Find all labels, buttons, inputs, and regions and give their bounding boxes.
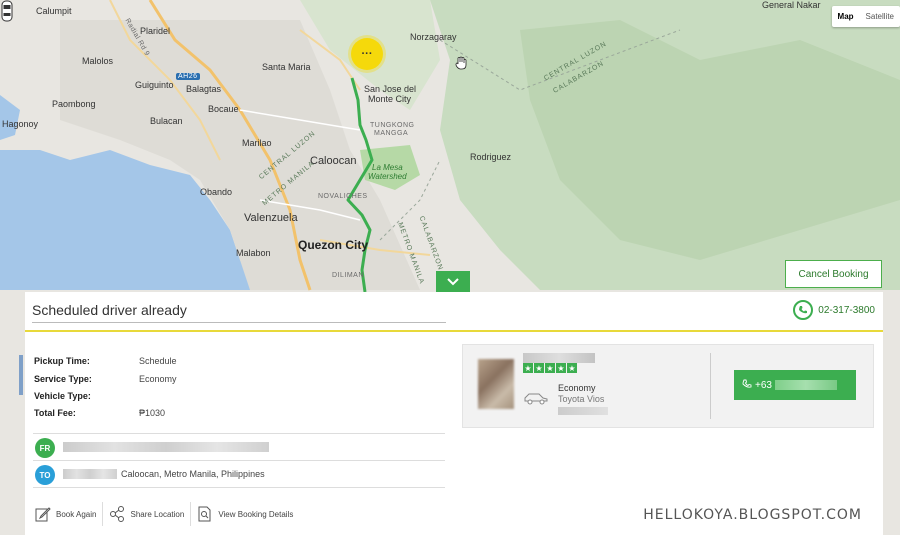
- driver-card: ★ ★ ★ ★ ★ Economy Toyota Vios +63: [462, 344, 874, 428]
- map-label: Guiguinto: [135, 80, 174, 90]
- map-type-satellite-button[interactable]: Satellite: [860, 6, 900, 27]
- detail-label: Total Fee:: [34, 408, 76, 418]
- vehicle-icon: [524, 393, 548, 405]
- detail-value: ₱1030: [139, 408, 166, 418]
- map-label: AH26: [176, 73, 200, 80]
- hotline[interactable]: 02-317-3800: [793, 300, 875, 320]
- share-location-button[interactable]: Share Location: [102, 502, 190, 526]
- vehicle-model: Toyota Vios: [558, 394, 605, 404]
- detail-label: Vehicle Type:: [34, 391, 91, 401]
- from-badge: FR: [35, 438, 55, 458]
- driver-avatar: [478, 359, 514, 409]
- map-label: Marilao: [242, 138, 272, 148]
- dropoff-address: TO Caloocan, Metro Manila, Philippines: [33, 460, 445, 488]
- map-label: Balagtas: [186, 84, 222, 94]
- map-label: Norzagaray: [410, 32, 457, 42]
- map-label: Rodriguez: [470, 152, 512, 162]
- side-tab: [19, 355, 23, 395]
- cancel-booking-button[interactable]: Cancel Booking: [785, 260, 882, 288]
- detail-value: Economy: [139, 374, 177, 384]
- map-label: DILIMAN: [332, 272, 364, 279]
- detail-row: Service Type: Economy: [34, 374, 334, 388]
- map-label: General Nakar: [762, 0, 821, 10]
- collapse-panel-button[interactable]: [436, 271, 470, 293]
- dropoff-address-redacted: [63, 469, 117, 479]
- map-label: Malolos: [82, 56, 114, 66]
- document-search-icon: [197, 506, 213, 522]
- view-booking-details-label: View Booking Details: [218, 509, 294, 519]
- driver-name-redacted: [523, 353, 595, 363]
- detail-label: Pickup Time:: [34, 356, 90, 366]
- map-label: Paombong: [52, 99, 96, 109]
- pickup-address-redacted: [63, 442, 269, 452]
- pickup-address: FR: [33, 433, 445, 460]
- map-label: TUNGKONG: [370, 122, 415, 129]
- map-label: Caloocan: [310, 155, 357, 167]
- map-label: Quezon City: [298, 238, 369, 252]
- hotline-number[interactable]: 02-317-3800: [818, 305, 875, 316]
- car-icon: [1, 0, 13, 22]
- map-type-toggle[interactable]: Map Satellite: [831, 6, 900, 27]
- map-label: Valenzuela: [244, 212, 298, 224]
- call-driver-button[interactable]: +63: [734, 370, 856, 400]
- chevron-down-icon: [447, 278, 459, 286]
- detail-row: Vehicle Type:: [34, 391, 334, 405]
- share-location-label: Share Location: [130, 509, 185, 519]
- map-label: NOVALICHES: [318, 193, 368, 200]
- booking-status-title: Scheduled driver already: [32, 302, 187, 318]
- to-badge: TO: [35, 465, 55, 485]
- map-label: La Mesa: [372, 163, 403, 172]
- plate-number-redacted: [558, 407, 608, 415]
- map-type-map-button[interactable]: Map: [832, 6, 860, 27]
- view-booking-details-button[interactable]: View Booking Details: [190, 502, 299, 526]
- map-label: Watershed: [368, 172, 407, 181]
- map-label: Santa Maria: [262, 62, 311, 72]
- vehicle-class: Economy: [558, 383, 596, 393]
- map-label: Obando: [200, 187, 233, 197]
- phone-icon: [793, 300, 814, 320]
- booking-actions: Book Again Share Location View Booking D…: [33, 498, 299, 530]
- dropoff-address-text: Caloocan, Metro Manila, Philippines: [121, 469, 265, 479]
- star-icon: ★: [545, 363, 555, 373]
- title-underline: [32, 322, 446, 323]
- star-icon: ★: [534, 363, 544, 373]
- book-again-label: Book Again: [56, 509, 97, 519]
- map-label: Monte City: [368, 94, 412, 104]
- map-label: Bocaue: [208, 104, 239, 114]
- map-label: Calumpit: [36, 6, 72, 16]
- driver-rating: ★ ★ ★ ★ ★: [523, 363, 577, 373]
- detail-row: Pickup Time: Schedule: [34, 356, 334, 370]
- map-label: Plaridel: [140, 26, 171, 36]
- star-icon: ★: [567, 363, 577, 373]
- detail-label: Service Type:: [34, 374, 92, 384]
- call-prefix: +63: [755, 379, 772, 391]
- detail-row: Total Fee: ₱1030: [34, 408, 334, 422]
- map-label: Malabon: [236, 248, 271, 258]
- hand-cursor-icon: [455, 56, 467, 70]
- detail-value: Schedule: [139, 356, 177, 366]
- map-label: San Jose del: [364, 84, 417, 94]
- share-icon: [109, 506, 125, 522]
- star-icon: ★: [556, 363, 566, 373]
- watermark: HELLOKOYA.BLOGSPOT.COM: [643, 507, 862, 523]
- divider: [710, 353, 711, 419]
- book-again-button[interactable]: Book Again: [33, 502, 102, 526]
- driver-location-marker[interactable]: ···: [351, 38, 383, 70]
- map-label: MANGGA: [374, 130, 409, 137]
- star-icon: ★: [523, 363, 533, 373]
- booking-panel: Scheduled driver already 02-317-3800 Pic…: [25, 292, 883, 535]
- map-label: Hagonoy: [2, 119, 39, 129]
- map-label: Bulacan: [150, 116, 183, 126]
- phone-icon: [742, 379, 752, 392]
- edit-icon: [35, 506, 51, 522]
- booking-panel-header: Scheduled driver already 02-317-3800: [25, 292, 883, 332]
- driver-phone-redacted: [774, 380, 837, 390]
